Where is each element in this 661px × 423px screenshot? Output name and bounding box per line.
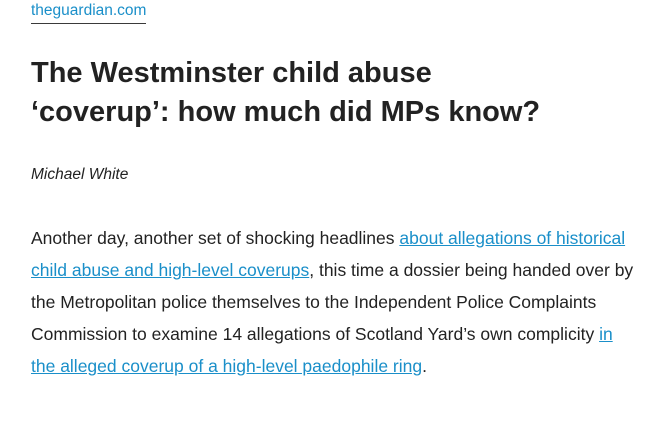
paragraph-text-3: .	[422, 356, 427, 376]
author-byline: Michael White	[31, 166, 129, 183]
site-link[interactable]: theguardian.com	[31, 1, 147, 24]
title-line-1: The Westminster child abuse	[31, 57, 432, 89]
title-line-2: ‘coverup’: how much did MPs know?	[31, 96, 541, 128]
paragraph-text-1: Another day, another set of shocking hea…	[31, 228, 400, 248]
article-title: The Westminster child abuse ‘coverup’: ho…	[31, 54, 641, 132]
article-paragraph: Another day, another set of shocking hea…	[31, 222, 637, 382]
